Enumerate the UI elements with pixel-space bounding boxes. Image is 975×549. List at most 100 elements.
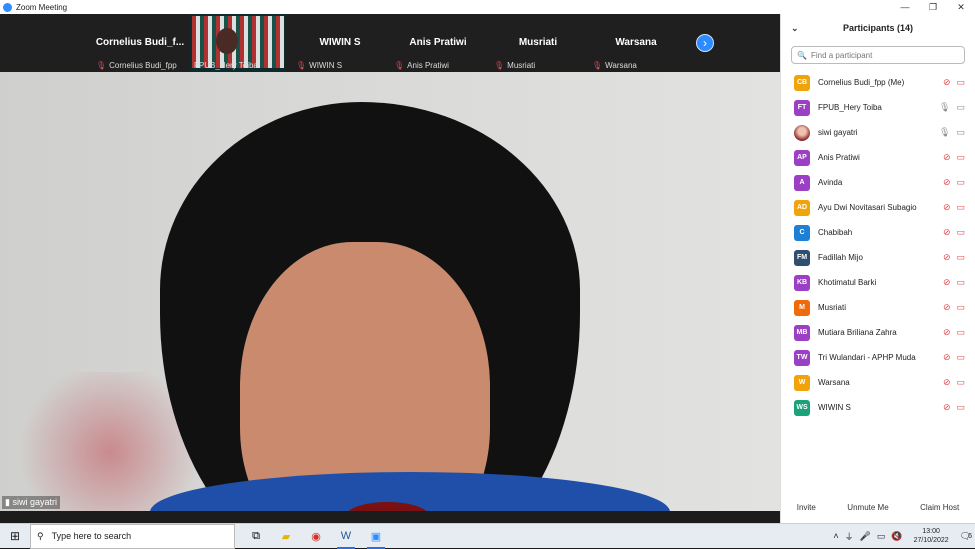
- avatar: AP: [794, 149, 810, 166]
- zoom-icon[interactable]: ▣: [361, 524, 391, 549]
- participant-status-icons: ⊘ ▭: [943, 352, 965, 363]
- participant-name: FPUB_Hery Toiba: [818, 103, 882, 112]
- participant-strip: Cornelius Budi_f... 🎙 Cornelius Budi_fpp …: [0, 14, 780, 72]
- strip-tile[interactable]: Warsana 🎙 Warsana: [588, 14, 684, 72]
- participant-name: Chabibah: [818, 228, 853, 237]
- participant-row[interactable]: WS WIWIN S ⊘ ▭: [781, 395, 975, 420]
- tile-label: 🎙 Warsana: [592, 61, 637, 70]
- mic-muted-icon: ⊘: [942, 77, 951, 87]
- tile-label: FPUB_Hery Toiba: [194, 61, 258, 70]
- participant-status-icons: ⊘ ▭: [943, 202, 965, 213]
- camera-icon: ▭: [956, 277, 965, 287]
- windows-taskbar: ⊞ ⚲ Type here to search ⧉ ▰ ◉ W ▣ ˄ ⏚ 🎤 …: [0, 523, 975, 549]
- windows-start-icon[interactable]: ⊞: [0, 529, 30, 543]
- participant-row[interactable]: AP Anis Pratiwi ⊘ ▭: [781, 145, 975, 170]
- participant-status-icons: ⊘ ▭: [943, 302, 965, 313]
- participant-row[interactable]: MB Mutiara Briliana Zahra ⊘ ▭: [781, 320, 975, 345]
- active-speaker-video[interactable]: ▮ siwi gayatri: [0, 72, 780, 511]
- participant-row[interactable]: CB Cornelius Budi_fpp (Me) ⊘ ▭: [781, 70, 975, 95]
- task-view-icon[interactable]: ⧉: [241, 524, 271, 549]
- participant-row[interactable]: TW Tri Wulandari - APHP Muda ⊘ ▭: [781, 345, 975, 370]
- tile-label: 🎙 Cornelius Budi_fpp: [96, 61, 177, 70]
- window-titlebar: Zoom Meeting — ❐ ✕: [0, 0, 975, 14]
- participant-status-icons: 🎙 ▭: [939, 127, 965, 138]
- restore-icon[interactable]: ❐: [919, 2, 947, 13]
- microphone-icon[interactable]: 🎤: [860, 531, 871, 542]
- participant-row[interactable]: AD Ayu Dwi Novitasari Subagio ⊘ ▭: [781, 195, 975, 220]
- tile-name-small: Anis Pratiwi: [407, 61, 449, 70]
- participant-row[interactable]: C Chabibah ⊘ ▭: [781, 220, 975, 245]
- unmute-me-button[interactable]: Unmute Me: [841, 501, 894, 514]
- strip-tile-video[interactable]: FPUB_Hery Toiba: [190, 14, 286, 72]
- participant-row[interactable]: A Avinda ⊘ ▭: [781, 170, 975, 195]
- mic-muted-icon: 🎙: [394, 61, 405, 70]
- volume-icon[interactable]: 🔇: [891, 531, 902, 542]
- mic-muted-icon: ⊘: [942, 352, 951, 362]
- participant-row[interactable]: M Musriati ⊘ ▭: [781, 295, 975, 320]
- tile-name-large: WIWIN S: [319, 37, 361, 48]
- claim-host-button[interactable]: Claim Host: [914, 501, 965, 514]
- participants-title: Participants (14): [842, 23, 914, 33]
- mic-muted-icon: ⊘: [942, 377, 951, 387]
- camera-icon: ▭: [956, 177, 965, 187]
- file-explorer-icon[interactable]: ▰: [271, 524, 301, 549]
- participant-name: siwi gayatri: [818, 128, 858, 137]
- participant-row[interactable]: FM Fadillah Mijo ⊘ ▭: [781, 245, 975, 270]
- next-page-button[interactable]: ›: [696, 34, 714, 52]
- strip-tile[interactable]: Anis Pratiwi 🎙 Anis Pratiwi: [390, 14, 486, 72]
- participant-row[interactable]: FT FPUB_Hery Toiba 🎙 ▭: [781, 95, 975, 120]
- chevron-up-icon[interactable]: ˄: [833, 531, 838, 541]
- taskbar-search-box[interactable]: ⚲ Type here to search: [30, 523, 235, 549]
- system-tray: ˄ ⏚ 🎤 ▭ 🔇 13:00 27/10/2022 🗨 6: [830, 527, 975, 545]
- participant-name: Mutiara Briliana Zahra: [818, 328, 897, 337]
- camera-icon: ▭: [956, 327, 965, 337]
- mic-muted-icon: ⊘: [942, 252, 951, 262]
- strip-tile[interactable]: Cornelius Budi_f... 🎙 Cornelius Budi_fpp: [92, 14, 188, 72]
- tile-name-small: FPUB_Hery Toiba: [194, 61, 258, 70]
- mic-muted-icon: 🎙: [592, 61, 603, 70]
- network-icon[interactable]: ▭: [877, 531, 886, 542]
- invite-button[interactable]: Invite: [791, 501, 822, 514]
- participant-name: Avinda: [818, 178, 843, 187]
- mic-muted-icon: ⊘: [942, 227, 951, 237]
- strip-tile[interactable]: Musriati 🎙 Musriati: [490, 14, 586, 72]
- participant-row[interactable]: siwi gayatri 🎙 ▭: [781, 120, 975, 145]
- camera-icon: ▭: [956, 127, 965, 137]
- speaker-face: [240, 242, 490, 511]
- participant-status-icons: ⊘ ▭: [943, 152, 965, 163]
- participant-status-icons: ⊘ ▭: [943, 402, 965, 413]
- camera-icon: ▭: [956, 377, 965, 387]
- speaker-name: siwi gayatri: [12, 497, 57, 507]
- taskbar-clock[interactable]: 13:00 27/10/2022: [914, 527, 949, 545]
- participant-status-icons: ⊘ ▭: [943, 177, 965, 188]
- avatar: CB: [794, 74, 810, 91]
- participant-status-icons: ⊘ ▭: [943, 77, 965, 88]
- tile-name-large: Musriati: [518, 37, 558, 48]
- mic-muted-icon: 🎙: [296, 61, 307, 70]
- participant-search-input[interactable]: 🔍 Find a participant: [791, 46, 965, 64]
- panel-actions: Invite Unmute Me Claim Host: [781, 501, 975, 514]
- minimize-icon[interactable]: —: [891, 2, 919, 13]
- chevron-right-icon: ›: [703, 36, 707, 50]
- participant-row[interactable]: KB Khotimatul Barki ⊘ ▭: [781, 270, 975, 295]
- mic-icon: 🎙: [939, 102, 951, 112]
- mic-muted-icon: ⊘: [942, 402, 951, 412]
- notification-count: 6: [968, 532, 972, 540]
- participant-status-icons: ⊘ ▭: [943, 377, 965, 388]
- camera-icon: ▭: [956, 152, 965, 162]
- speaker-name-label: ▮ siwi gayatri: [2, 496, 60, 509]
- close-icon[interactable]: ✕: [947, 2, 975, 13]
- mic-muted-icon: ⊘: [942, 327, 951, 337]
- usb-icon[interactable]: ⏚: [845, 530, 854, 543]
- tile-name-small: Warsana: [605, 61, 637, 70]
- avatar: MB: [794, 324, 810, 341]
- avatar: TW: [794, 349, 810, 366]
- chrome-icon[interactable]: ◉: [301, 524, 331, 549]
- word-icon[interactable]: W: [331, 524, 361, 549]
- strip-tile[interactable]: WIWIN S 🎙 WIWIN S: [292, 14, 388, 72]
- camera-icon: ▭: [956, 252, 965, 262]
- participant-row[interactable]: W Warsana ⊘ ▭: [781, 370, 975, 395]
- tile-name-large: Anis Pratiwi: [409, 37, 467, 48]
- chevron-down-icon[interactable]: ⌄: [791, 23, 799, 34]
- tile-name-small: Cornelius Budi_fpp: [109, 61, 177, 70]
